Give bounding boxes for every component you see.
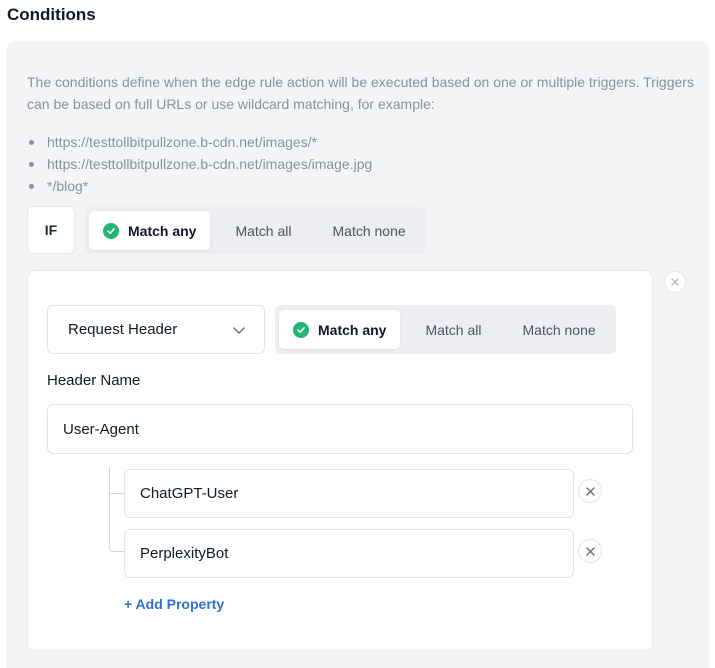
condition-match-any-label: Match any — [318, 321, 387, 338]
section-title: Conditions — [7, 5, 96, 24]
remove-property-button[interactable] — [578, 479, 602, 503]
trigger-type-select[interactable]: Request Header — [47, 305, 265, 354]
condition-match-any-option[interactable]: Match any — [279, 310, 401, 349]
conditions-description: The conditions define when the edge rule… — [27, 74, 694, 112]
remove-property-button[interactable] — [578, 539, 602, 563]
tree-connector — [109, 467, 125, 552]
chevron-down-icon — [233, 327, 245, 334]
condition-match-segmented-control: Match any Match all Match none — [275, 305, 616, 354]
example-item: */blog* — [27, 175, 372, 197]
top-match-any-option[interactable]: Match any — [89, 211, 211, 250]
close-icon — [585, 546, 595, 556]
remove-condition-button[interactable] — [664, 271, 686, 293]
property-value-input[interactable]: PerplexityBot — [124, 529, 574, 578]
check-circle-icon — [103, 222, 119, 239]
example-list: https://testtollbitpullzone.b-cdn.net/im… — [27, 131, 372, 197]
property-value-input[interactable]: ChatGPT-User — [124, 469, 574, 518]
check-circle-icon — [293, 321, 309, 338]
header-name-input[interactable]: User-Agent — [47, 404, 633, 454]
top-match-any-label: Match any — [128, 222, 197, 239]
top-match-all-option[interactable]: Match all — [210, 212, 316, 250]
top-match-none-option[interactable]: Match none — [317, 212, 422, 250]
tree-connector-tick — [110, 493, 124, 494]
header-name-label: Header Name — [47, 372, 141, 389]
example-item: https://testtollbitpullzone.b-cdn.net/im… — [27, 131, 372, 153]
close-icon — [585, 486, 595, 496]
top-match-segmented-control: Match any Match all Match none — [85, 207, 426, 254]
condition-match-none-option[interactable]: Match none — [507, 311, 612, 349]
add-property-link[interactable]: + Add Property — [124, 596, 224, 612]
example-item: https://testtollbitpullzone.b-cdn.net/im… — [27, 153, 372, 175]
close-icon — [671, 278, 679, 286]
if-label: IF — [27, 206, 75, 254]
condition-match-all-option[interactable]: Match all — [400, 311, 506, 349]
trigger-type-value: Request Header — [68, 321, 178, 338]
